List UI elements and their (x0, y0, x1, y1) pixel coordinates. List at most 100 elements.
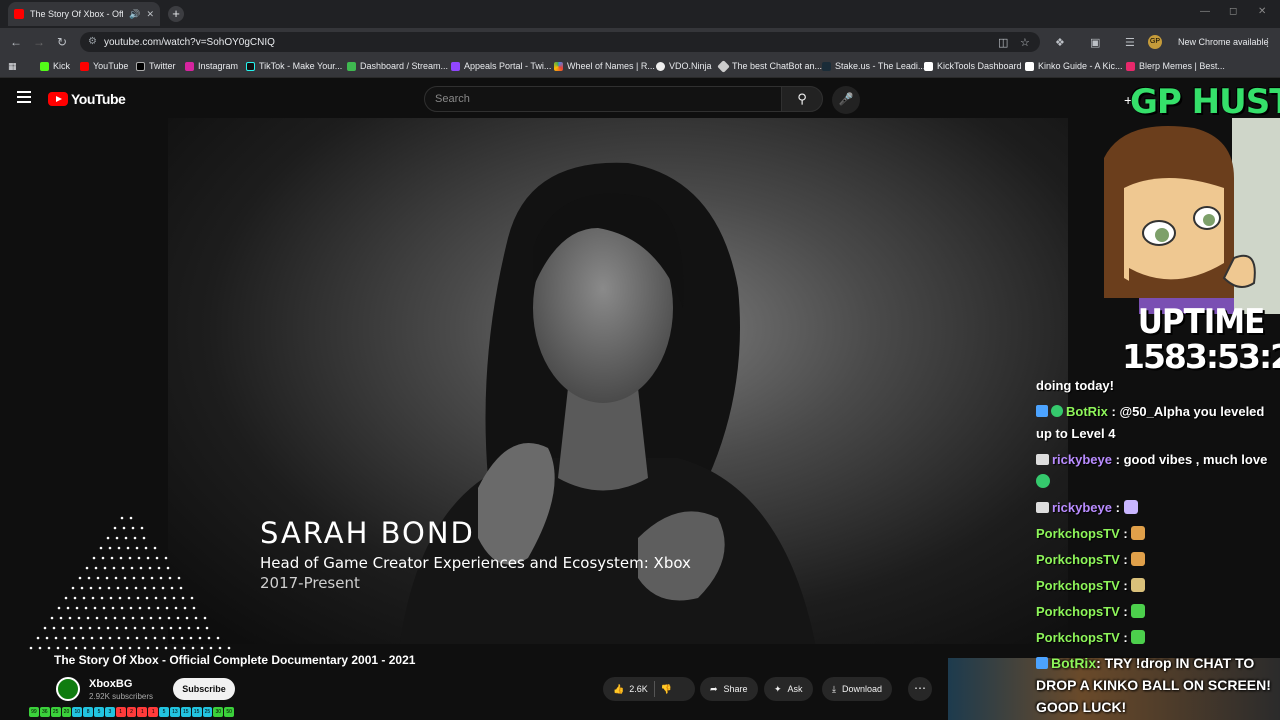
decor-dot (179, 586, 183, 590)
decor-dot (203, 616, 207, 620)
download-button[interactable]: ⤓ Download (822, 677, 893, 701)
decor-dot (87, 576, 91, 580)
decor-dot (151, 626, 155, 630)
bookmark-chatbot[interactable]: The best ChatBot an... (717, 59, 822, 73)
bookmark-wheel[interactable]: Wheel of Names | R... (554, 61, 655, 71)
youtube-logo[interactable]: YouTube (48, 91, 126, 107)
stream-badge: 25 (202, 707, 213, 717)
decor-dot (172, 596, 176, 600)
media-controls-icon[interactable]: ☰ (1125, 36, 1135, 49)
decor-dot (227, 646, 231, 650)
decor-dot (153, 546, 157, 550)
download-label: Download (841, 684, 883, 694)
profile-avatar[interactable]: GP (1148, 35, 1162, 49)
reload-icon[interactable]: ↻ (57, 35, 67, 49)
new-chrome-available-button[interactable]: New Chrome available (1178, 37, 1269, 47)
bookmark-dashboard[interactable]: Dashboard / Stream... (347, 61, 448, 71)
browser-tab[interactable]: The Story Of Xbox - Official 🔊 ✕ (8, 2, 160, 26)
decor-dot (113, 616, 117, 620)
url-input[interactable]: ⚙ youtube.com/watch?v=SohOY0gCNIQ (80, 32, 1040, 52)
decor-dot (94, 566, 98, 570)
back-icon[interactable]: ← (10, 35, 22, 49)
bookmark-kicktools[interactable]: KickTools Dashboard (924, 61, 1022, 71)
bookmark-youtube[interactable]: YouTube (80, 61, 128, 71)
like-button[interactable]: 👍 2.6K (613, 684, 648, 695)
search-input[interactable]: Search (424, 86, 782, 112)
decor-dot (160, 626, 164, 630)
bookmark-twitter[interactable]: Twitter (136, 61, 176, 71)
chat-username: PorkchopsTV (1036, 604, 1120, 619)
decor-dot (106, 626, 110, 630)
decor-dot (81, 636, 85, 640)
decor-dot (185, 616, 189, 620)
bookmark-star-icon[interactable]: ☆ (1020, 36, 1030, 49)
more-actions-button[interactable]: ⋯ (908, 677, 932, 701)
screenshot-icon[interactable]: ▣ (1090, 36, 1100, 49)
bookmark-stake[interactable]: Stake.us - The Leadi... (822, 61, 925, 71)
decor-dot (106, 536, 110, 540)
decor-dot (117, 636, 121, 640)
twitch-icon (451, 61, 460, 71)
decor-dot (79, 626, 83, 630)
like-count: 2.6K (629, 684, 648, 694)
install-app-icon[interactable]: ◫ (998, 36, 1008, 49)
maximize-icon[interactable]: ◻ (1229, 6, 1237, 17)
speaker-icon[interactable]: 🔊 (129, 9, 140, 20)
decor-dot (104, 616, 108, 620)
subscribe-button[interactable]: Subscribe (173, 678, 235, 700)
apps-grid-icon[interactable]: ▦ (8, 61, 17, 72)
chrome-menu-icon[interactable]: ⋮ (1262, 36, 1273, 49)
tab-close-icon[interactable]: ✕ (146, 9, 154, 20)
address-bar-row: ← → ↻ ⚙ youtube.com/watch?v=SohOY0gCNIQ … (0, 28, 1280, 56)
voice-search-button[interactable]: 🎤 (832, 86, 860, 114)
decor-dot (145, 596, 149, 600)
decor-dot (116, 586, 120, 590)
menu-hamburger-icon[interactable] (17, 91, 31, 103)
chat-username: PorkchopsTV (1036, 552, 1120, 567)
channel-name[interactable]: XboxBG (89, 678, 132, 690)
decor-dot (100, 596, 104, 600)
bookmark-appeals[interactable]: Appeals Portal - Twi... (451, 61, 551, 71)
decor-dot (108, 636, 112, 640)
bookmark-instagram[interactable]: Instagram (185, 61, 238, 71)
decor-dot (149, 616, 153, 620)
ask-button[interactable]: ✦ Ask (764, 677, 813, 701)
decor-dot (124, 536, 128, 540)
browser-tab-strip: The Story Of Xbox - Official 🔊 ✕ + — ◻ ✕ (0, 0, 1280, 28)
decor-dot (189, 636, 193, 640)
bookmarks-bar: ▦ Kick YouTube Twitter Instagram TikTok … (0, 56, 1280, 78)
search-button[interactable]: ⚲ (781, 86, 823, 112)
bookmark-kinko[interactable]: Kinko Guide - A Kic... (1025, 61, 1123, 71)
stream-badge: 5 (94, 707, 104, 717)
bookmark-kick[interactable]: Kick (40, 61, 70, 71)
window-close-icon[interactable]: ✕ (1258, 6, 1266, 17)
stream-badge: 99 (29, 707, 39, 717)
decor-dot (171, 636, 175, 640)
decor-dot (209, 646, 213, 650)
decor-dot (130, 566, 134, 570)
decor-dot (119, 556, 123, 560)
new-tab-button[interactable]: + (168, 6, 184, 22)
search-icon: ⚲ (797, 91, 807, 106)
decor-dot (118, 596, 122, 600)
bookmark-blerp[interactable]: Blerp Memes | Best... (1126, 61, 1225, 71)
share-button[interactable]: ➦ Share (700, 677, 758, 701)
ask-label: Ask (787, 684, 803, 694)
video-player[interactable]: SARAH BOND Head of Game Creator Experien… (168, 118, 1068, 644)
extensions-icon[interactable]: ❖ (1055, 36, 1065, 49)
decor-dot (89, 586, 93, 590)
bookmark-tiktok[interactable]: TikTok - Make Your... (246, 61, 342, 71)
decor-dot (152, 586, 156, 590)
forward-icon[interactable]: → (33, 35, 45, 49)
decor-dot (167, 616, 171, 620)
bookmark-vdo[interactable]: VDO.Ninja (656, 61, 712, 71)
decor-dot (101, 556, 105, 560)
minimize-icon[interactable]: — (1200, 6, 1210, 17)
dislike-button[interactable]: 👎 (661, 684, 672, 695)
chat-text: : (1123, 604, 1128, 619)
decor-dot (120, 516, 124, 520)
decor-dot (190, 596, 194, 600)
site-info-icon[interactable]: ⚙ (88, 36, 97, 47)
decor-dot (155, 646, 159, 650)
channel-avatar[interactable] (56, 677, 80, 701)
